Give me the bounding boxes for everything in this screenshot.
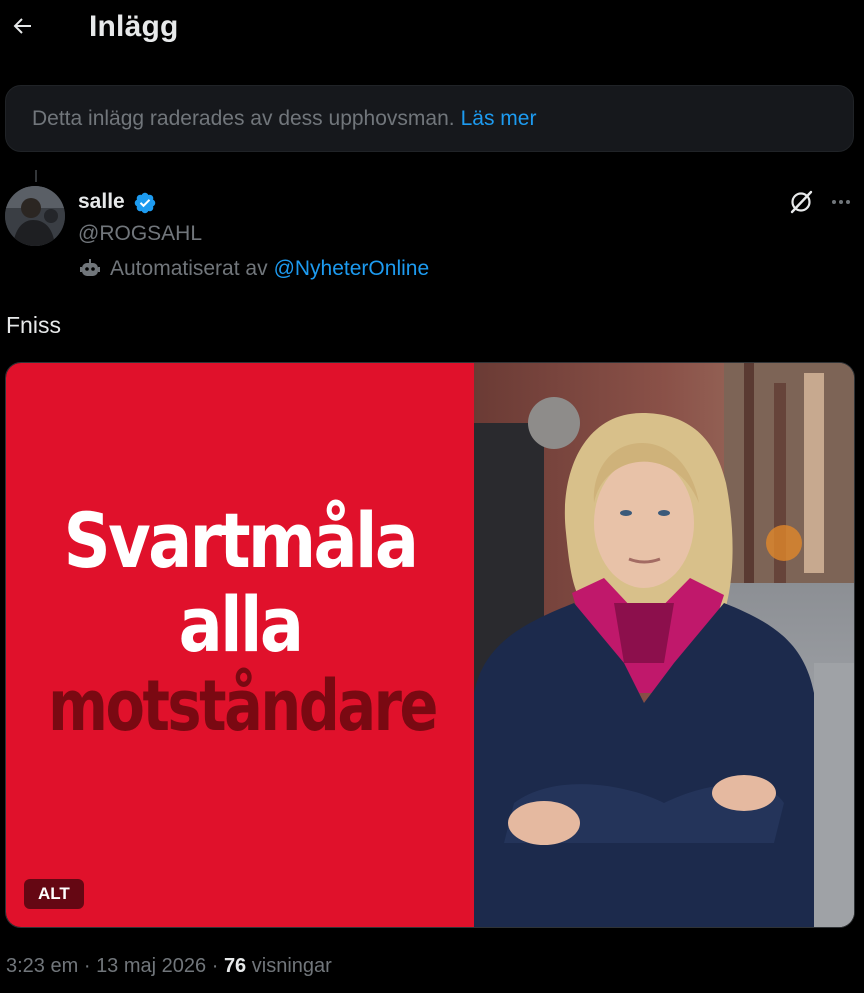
- grok-button[interactable]: [786, 187, 816, 217]
- slogan-line-2: alla: [178, 580, 304, 669]
- page-title: Inlägg: [89, 10, 179, 43]
- post-image[interactable]: Svartmåla alla motståndare ALT: [5, 362, 855, 928]
- image-photo-panel: [474, 363, 854, 927]
- robot-icon: [80, 259, 100, 276]
- thread-connector: [35, 170, 37, 182]
- arrow-left-icon: [13, 18, 31, 34]
- image-red-panel: Svartmåla alla motståndare: [6, 363, 474, 927]
- automated-text: Automatiserat av: [110, 257, 268, 280]
- meta-separator: ·: [211, 955, 219, 977]
- automated-by-link[interactable]: @NyheterOnline: [274, 257, 430, 281]
- notice-text: Detta inlägg raderades av dess upphovsma…: [32, 106, 455, 130]
- header: Inlägg: [0, 0, 864, 56]
- grok-icon: [790, 190, 813, 214]
- author-name[interactable]: salle: [78, 190, 125, 214]
- portrait-photo: [474, 363, 854, 927]
- post-time[interactable]: 3:23 em: [6, 955, 78, 977]
- alt-text-button[interactable]: ALT: [24, 879, 84, 909]
- more-options-button[interactable]: [826, 187, 856, 217]
- views-label: visningar: [251, 955, 332, 977]
- verified-badge-icon: [134, 192, 156, 214]
- more-horizontal-icon: [832, 200, 850, 204]
- post-text: Fniss: [6, 312, 61, 338]
- slogan-line-1: Svartmåla: [63, 496, 419, 585]
- automated-label: Automatiserat av @NyheterOnline: [78, 257, 429, 281]
- author-handle[interactable]: @ROGSAHL: [78, 222, 202, 246]
- image-slogan: Svartmåla alla motståndare: [6, 496, 474, 747]
- back-button[interactable]: [4, 8, 40, 44]
- post-page: Inlägg Detta inlägg raderades av dess up…: [0, 0, 864, 993]
- views-count: 76: [223, 955, 247, 977]
- avatar[interactable]: [5, 186, 65, 246]
- post-date[interactable]: 13 maj 2026: [96, 955, 206, 977]
- meta-separator: ·: [83, 955, 91, 977]
- read-more-link[interactable]: Läs mer: [461, 107, 537, 131]
- slogan-line-3: motståndare: [48, 665, 438, 747]
- avatar-image: [5, 186, 65, 246]
- deleted-post-notice: Detta inlägg raderades av dess upphovsma…: [5, 85, 854, 152]
- post-meta: 3:23 em · 13 maj 2026 · 76 visningar: [6, 955, 332, 978]
